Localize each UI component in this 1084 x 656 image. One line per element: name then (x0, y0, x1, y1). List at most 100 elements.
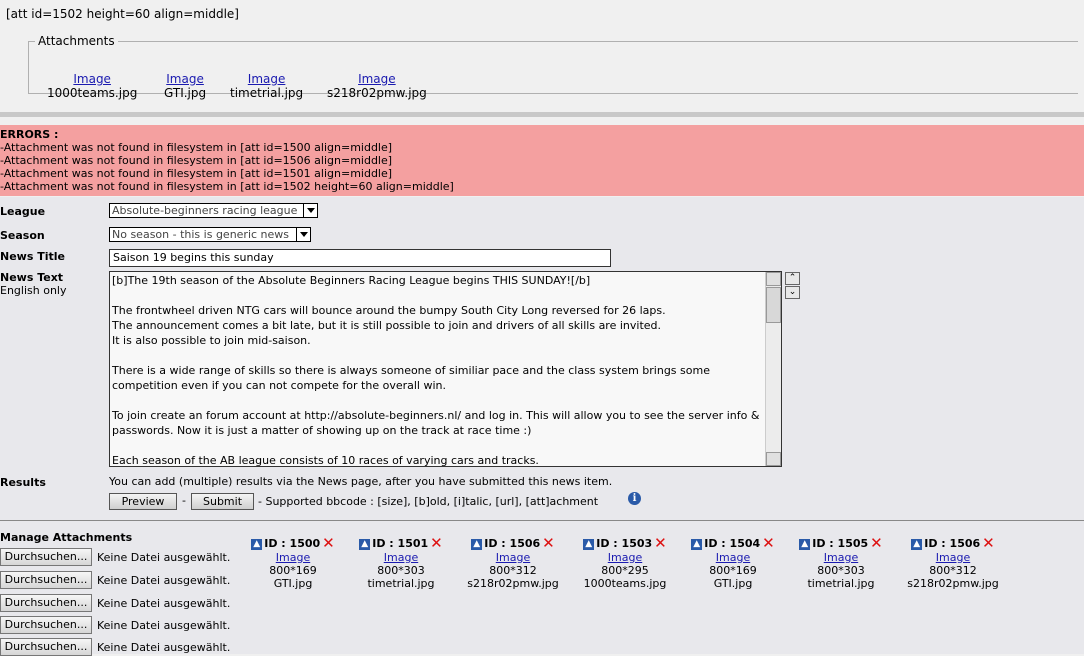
text-line: competition even if you can not compete … (112, 379, 446, 392)
attachment-card: ▲ ID : 1506 ✕ Image 800*312 s218r02pmw.jpg (458, 535, 568, 590)
browse-button[interactable]: Durchsuchen... (0, 548, 92, 566)
league-label: League (0, 205, 46, 218)
season-select-value: No season - this is generic news (112, 228, 290, 241)
attachment-card: ▲ ID : 1506 ✕ Image 800*312 s218r02pmw.jpg (898, 535, 1008, 590)
attachment-filename: GTI.jpg (273, 577, 313, 590)
preview-button[interactable]: Preview (109, 493, 177, 510)
expand-up-icon[interactable]: ⌃ (785, 272, 800, 285)
attachment-image-link[interactable]: Image (166, 72, 204, 86)
delete-x-icon[interactable]: ✕ (982, 535, 995, 551)
attachment-image-link[interactable]: Image (276, 551, 310, 564)
attachment-filename: 1000teams.jpg (47, 86, 138, 100)
id-label: ID : (924, 537, 946, 550)
text-line (112, 393, 761, 408)
season-select[interactable]: No season - this is generic news (109, 227, 311, 242)
chevron-down-icon[interactable] (296, 228, 310, 241)
scroll-down-icon[interactable] (766, 452, 781, 466)
id-label: ID : (484, 537, 506, 550)
news-text-area[interactable]: [b]The 19th season of the Absolute Begin… (109, 271, 782, 467)
no-file-text: Keine Datei ausgewählt. (97, 619, 231, 632)
up-arrow-icon[interactable]: ▲ (911, 539, 923, 550)
attachment-image-link[interactable]: Image (358, 72, 396, 86)
up-arrow-icon[interactable]: ▲ (251, 539, 263, 550)
id-label: ID : (264, 537, 286, 550)
attachment-card: ▲ ID : 1505 ✕ Image 800*303 timetrial.jpg (786, 535, 896, 590)
up-arrow-icon[interactable]: ▲ (691, 539, 703, 550)
news-form: League Absolute-beginners racing league … (0, 197, 1084, 656)
attachment-image-link[interactable]: Image (384, 551, 418, 564)
browse-button[interactable]: Durchsuchen... (0, 638, 92, 656)
attachment-image-link[interactable]: Image (248, 72, 286, 86)
attachment-dims: 800*312 (489, 564, 537, 577)
attachment-filename: s218r02pmw.jpg (327, 86, 427, 100)
attachment-dims: 800*303 (817, 564, 865, 577)
attachment-image-link[interactable]: Image (936, 551, 970, 564)
error-line: -Attachment was not found in filesystem … (0, 180, 454, 193)
id-label: ID : (812, 537, 834, 550)
expand-down-icon[interactable]: ⌄ (785, 286, 800, 299)
attachment-filename: timetrial.jpg (367, 577, 435, 590)
manage-attachments-title: Manage Attachments (0, 531, 133, 544)
attachment-image-link[interactable]: Image (608, 551, 642, 564)
info-icon[interactable]: i (628, 492, 641, 505)
chevron-down-icon[interactable] (303, 204, 317, 217)
text-line: It is also possible to join mid-saison. (112, 334, 311, 347)
news-title-input[interactable]: Saison 19 begins this sunday (109, 249, 611, 267)
season-label: Season (0, 229, 45, 242)
text-line: passwords. Now it is just a matter of sh… (112, 424, 532, 437)
league-select[interactable]: Absolute-beginners racing league (109, 203, 318, 218)
up-arrow-icon[interactable]: ▲ (583, 539, 595, 550)
bbcode-help: - Supported bbcode : [size], [b]old, [i]… (258, 495, 599, 508)
delete-x-icon[interactable]: ✕ (542, 535, 555, 551)
delete-x-icon[interactable]: ✕ (322, 535, 335, 551)
attachment-id: 1506 (949, 537, 981, 550)
delete-x-icon[interactable]: ✕ (870, 535, 883, 551)
section-divider (0, 112, 1084, 117)
button-separator: - (182, 494, 186, 507)
scroll-thumb[interactable] (766, 287, 781, 323)
attachment-id: 1504 (729, 537, 761, 550)
errors-title: ERRORS : (0, 128, 59, 141)
browse-button[interactable]: Durchsuchen... (0, 571, 92, 589)
attachments-legend: Attachments (38, 34, 115, 48)
errors-panel: ERRORS : -Attachment was not found in fi… (0, 125, 1084, 196)
attachment-item: Image GTI.jpg (164, 72, 206, 100)
attachment-image-link[interactable]: Image (73, 72, 111, 86)
id-label: ID : (596, 537, 618, 550)
browse-button[interactable]: Durchsuchen... (0, 616, 92, 634)
scroll-up-icon[interactable] (766, 272, 781, 286)
error-line: -Attachment was not found in filesystem … (0, 141, 393, 154)
text-line: [b]The 19th season of the Absolute Begin… (112, 274, 591, 287)
delete-x-icon[interactable]: ✕ (762, 535, 775, 551)
up-arrow-icon[interactable]: ▲ (359, 539, 371, 550)
attachment-filename: s218r02pmw.jpg (907, 577, 999, 590)
attachment-item: Image 1000teams.jpg (47, 72, 137, 100)
attachment-id: 1500 (289, 537, 321, 550)
textarea-scrollbar[interactable] (765, 272, 781, 466)
attachment-filename: GTI.jpg (713, 577, 753, 590)
delete-x-icon[interactable]: ✕ (654, 535, 667, 551)
attachment-image-link[interactable]: Image (716, 551, 750, 564)
attachment-id: 1506 (509, 537, 541, 550)
text-line (112, 288, 761, 303)
top-section: [att id=1502 height=60 align=middle] Att… (0, 0, 1084, 112)
submit-button[interactable]: Submit (191, 493, 254, 510)
delete-x-icon[interactable]: ✕ (430, 535, 443, 551)
no-file-text: Keine Datei ausgewählt. (97, 574, 231, 587)
results-label: Results (0, 476, 46, 489)
attachment-card: ▲ ID : 1504 ✕ Image 800*169 GTI.jpg (678, 535, 788, 590)
error-line: -Attachment was not found in filesystem … (0, 167, 393, 180)
attachment-image-link[interactable]: Image (496, 551, 530, 564)
attachment-filename: timetrial.jpg (807, 577, 875, 590)
attachment-filename: timetrial.jpg (230, 86, 304, 100)
attachment-dims: 800*295 (601, 564, 649, 577)
browse-button[interactable]: Durchsuchen... (0, 594, 92, 612)
results-text: You can add (multiple) results via the N… (109, 475, 613, 488)
attachment-id: 1503 (621, 537, 653, 550)
news-text-sublabel: English only (0, 284, 67, 297)
attachment-dims: 800*303 (377, 564, 425, 577)
attachment-image-link[interactable]: Image (824, 551, 858, 564)
up-arrow-icon[interactable]: ▲ (471, 539, 483, 550)
up-arrow-icon[interactable]: ▲ (799, 539, 811, 550)
attachment-filename: GTI.jpg (164, 86, 207, 100)
